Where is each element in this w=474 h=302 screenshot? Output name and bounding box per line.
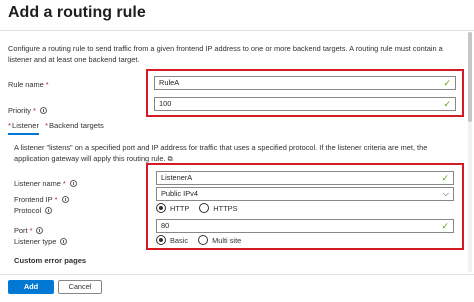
add-button[interactable]: Add xyxy=(8,280,54,294)
listener-description: A listener "listens" on a specified port… xyxy=(14,143,428,163)
page-title: Add a routing rule xyxy=(8,4,146,21)
listener-name-label: Listener name * xyxy=(14,179,77,188)
cancel-button[interactable]: Cancel xyxy=(58,280,102,294)
required-marker: * xyxy=(45,80,49,89)
port-label: Port * xyxy=(14,226,44,235)
rule-description: Configure a routing rule to send traffic… xyxy=(8,44,443,64)
info-icon[interactable] xyxy=(60,238,68,245)
scrollbar[interactable] xyxy=(468,32,472,272)
info-icon[interactable] xyxy=(36,227,44,234)
required-marker: * xyxy=(33,106,36,115)
info-icon[interactable] xyxy=(45,207,53,214)
protocol-label: Protocol xyxy=(14,206,53,215)
frontend-ip-label: Frontend IP * xyxy=(14,195,69,204)
highlight-box-rule xyxy=(146,69,464,117)
required-marker: * xyxy=(62,179,66,188)
priority-label: Priority * xyxy=(8,106,47,115)
title-bar: Add a routing rule xyxy=(0,0,474,30)
required-marker: * xyxy=(29,226,33,235)
tab-backend-targets[interactable]: *Backend targets xyxy=(45,121,104,135)
required-marker: * xyxy=(54,195,58,204)
highlight-box-listener xyxy=(146,163,464,250)
footer-divider xyxy=(0,274,474,275)
listener-type-label: Listener type xyxy=(14,237,68,246)
tab-bar: *Listener *Backend targets xyxy=(8,121,104,135)
title-divider xyxy=(0,30,474,31)
info-icon[interactable] xyxy=(69,180,77,187)
tab-listener[interactable]: *Listener xyxy=(8,121,39,135)
rule-name-label: Rule name * xyxy=(8,80,49,89)
info-icon[interactable] xyxy=(61,196,69,203)
info-icon[interactable] xyxy=(39,107,47,114)
external-link-icon[interactable]: ⧉ xyxy=(168,156,173,163)
scrollbar-thumb[interactable] xyxy=(468,32,472,122)
custom-error-pages-heading: Custom error pages xyxy=(14,256,87,265)
